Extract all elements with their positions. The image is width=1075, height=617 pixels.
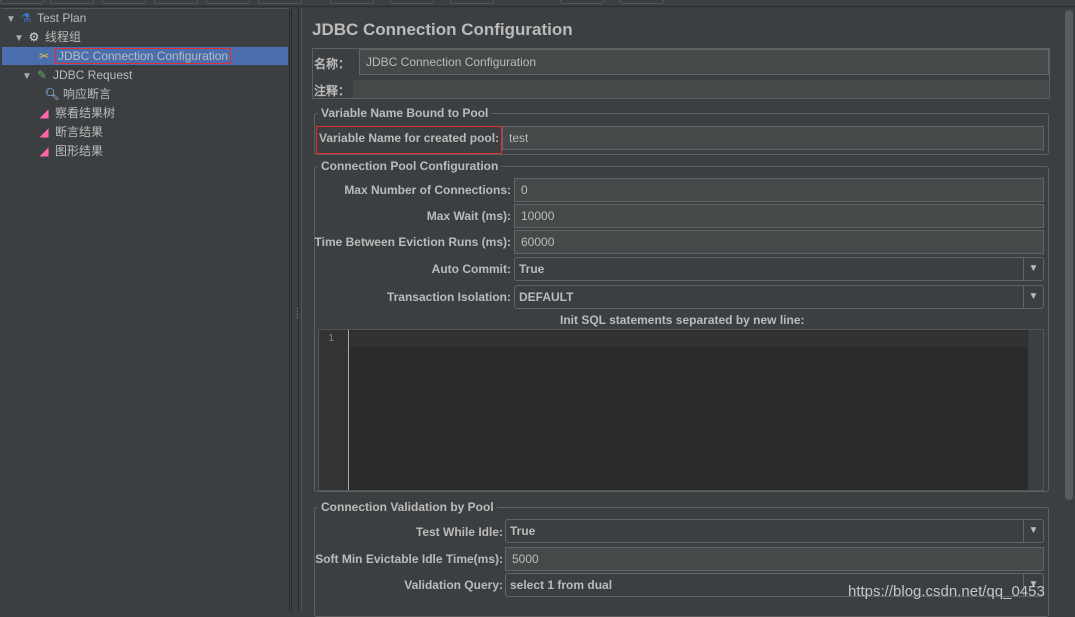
toolbar-button[interactable] [0,0,44,4]
tools-icon: ✂ [38,49,50,63]
tree-node-assertion-results[interactable]: ◢ 断言结果 [36,123,103,141]
eviction-runs-label: Time Between Eviction Runs (ms): [314,235,511,249]
tree-node-thread-group[interactable]: ▼ ⚙ 线程组 [14,28,81,46]
chart-icon: ◢ [39,125,49,139]
line-number-gutter: 1 [319,330,349,490]
toolbar-button[interactable] [560,0,604,4]
init-sql-label: Init SQL statements separated by new lin… [560,313,805,327]
transaction-isolation-label: Transaction Isolation: [386,290,511,304]
chevron-down-icon[interactable]: ▼ [1023,520,1043,542]
variable-name-section-title: Variable Name Bound to Pool [318,106,492,120]
scrollbar-thumb[interactable] [1065,10,1073,500]
test-while-idle-select[interactable]: True ▼ [505,519,1044,543]
init-sql-editor[interactable]: 1 [318,329,1044,491]
tree-node-test-plan[interactable]: ▼ ⚗ Test Plan [6,9,86,27]
tree-node-jdbc-request[interactable]: ▼ ✎ JDBC Request [22,66,132,84]
name-input[interactable]: JDBC Connection Configuration [359,49,1049,75]
max-connections-label: Max Number of Connections: [344,183,511,197]
chart-icon: ◢ [39,144,49,158]
tree-node-jdbc-connection-configuration[interactable]: ✂ JDBC Connection Configuration [2,47,288,65]
comment-input[interactable] [353,80,1049,98]
transaction-isolation-select[interactable]: DEFAULT ▼ [514,285,1044,309]
current-line-highlight [350,331,1027,347]
gear-icon: ⚙ [28,30,40,44]
connection-pool-section-title: Connection Pool Configuration [318,159,502,173]
flask-icon: ⚗ [20,11,32,25]
magnifier-icon: 🔍︎ [44,87,60,101]
eviction-runs-input[interactable]: 60000 [514,230,1044,254]
tree-node-graph-results[interactable]: ◢ 图形结果 [36,142,103,160]
tree-node-response-assertion[interactable]: 🔍︎ 响应断言 [44,85,111,103]
toolbar-button[interactable] [206,0,250,4]
toolbar-button[interactable] [450,0,494,4]
expand-icon[interactable]: ▼ [22,68,34,86]
toolbar-button[interactable] [154,0,198,4]
toolbar-button[interactable] [50,0,94,4]
toolbar-button[interactable] [390,0,434,4]
soft-min-idle-input[interactable]: 5000 [505,547,1044,571]
variable-name-label: Variable Name for created pool: [316,126,503,154]
validation-query-label: Validation Query: [404,578,503,592]
page-title: JDBC Connection Configuration [312,20,573,39]
max-wait-input[interactable]: 10000 [514,204,1044,228]
toolbar-button[interactable] [102,0,146,4]
soft-min-idle-label: Soft Min Evictable Idle Time(ms): [315,552,503,566]
comment-label: 注释： [314,84,351,98]
test-while-idle-label: Test While Idle: [415,525,503,539]
name-label: 名称： [314,57,351,71]
expand-icon[interactable]: ▼ [6,11,18,29]
max-wait-label: Max Wait (ms): [426,209,511,223]
variable-name-input[interactable]: test [502,126,1044,150]
chevron-down-icon[interactable]: ▼ [1023,258,1043,280]
chevron-down-icon[interactable]: ▼ [1023,286,1043,308]
max-connections-input[interactable]: 0 [514,178,1044,202]
toolbar-button[interactable] [620,0,664,4]
toolbar-button[interactable] [330,0,374,4]
toolbar-button[interactable] [258,0,302,4]
pipette-icon: ✎ [36,68,48,82]
tree-node-view-results-tree[interactable]: ◢ 察看结果树 [36,104,115,122]
auto-commit-label: Auto Commit: [431,262,511,276]
expand-icon[interactable]: ▼ [14,30,26,48]
watermark: https://blog.csdn.net/qq_0453 [848,583,1045,600]
editor-scrollbar[interactable] [1028,330,1043,490]
chart-icon: ◢ [39,106,49,120]
auto-commit-select[interactable]: True ▼ [514,257,1044,281]
connection-validation-section-title: Connection Validation by Pool [318,500,497,514]
